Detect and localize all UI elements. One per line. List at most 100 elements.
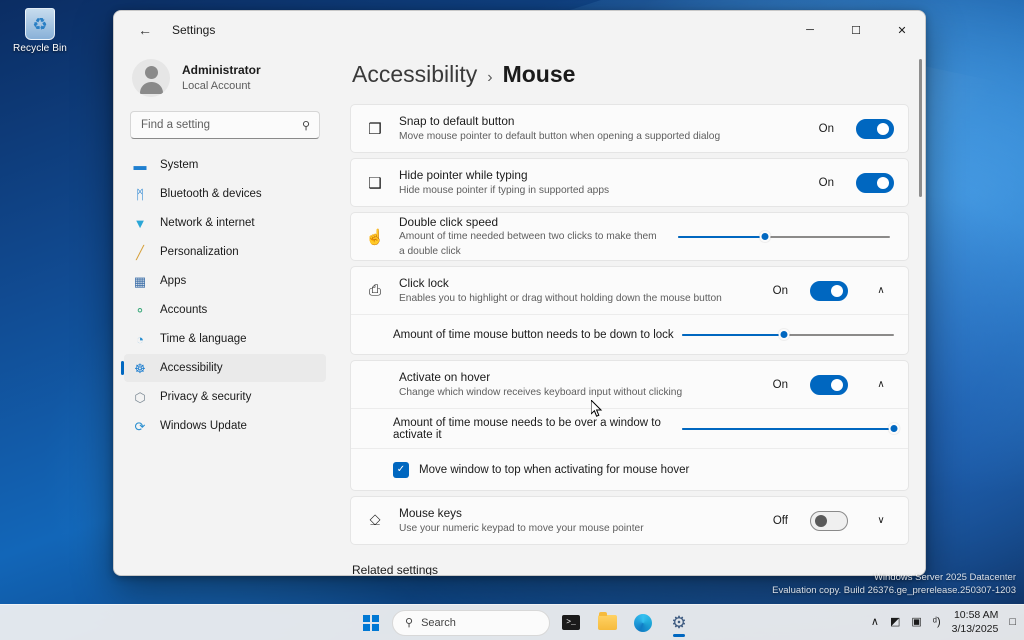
expand-chevron-icon[interactable]: ∧	[868, 285, 894, 296]
sidebar-item-label: System	[160, 159, 199, 171]
content-pane: Accessibility › Mouse ❒ Snap to default b…	[336, 49, 925, 575]
breadcrumb: Accessibility › Mouse	[350, 49, 909, 104]
avatar	[132, 59, 170, 97]
taskbar-search-box[interactable]: ⚲ Search	[392, 609, 550, 636]
search-icon: ⚲	[301, 119, 310, 132]
sidebar-icon-7: ☸	[134, 360, 146, 376]
setting-row-activate-on-hover[interactable]: Activate on hover Change which window rec…	[351, 361, 908, 408]
clock-time: 10:58 AM	[953, 609, 999, 622]
sidebar: Administrator Local Account ⚲ ▬ System ᛗ Bl…	[114, 49, 336, 575]
settings-list: ❒ Snap to default button Move mouse pointe…	[350, 104, 909, 545]
taskbar-app-file-explorer[interactable]	[592, 608, 622, 638]
sidebar-item-apps[interactable]: ▦ Apps	[124, 267, 326, 295]
slider-thumb[interactable]	[759, 230, 771, 242]
sidebar-item-personalization[interactable]: ╱ Personalization	[124, 238, 326, 266]
back-button[interactable]: ←	[130, 16, 160, 44]
sidebar-icon-6: ◔	[136, 331, 144, 347]
sidebar-item-windows-update[interactable]: ⟳ Windows Update	[124, 412, 326, 440]
setting-card-snap-to-default: ❒ Snap to default button Move mouse pointe…	[350, 104, 909, 153]
setting-subtitle: Use your numeric keypad to move your mou…	[399, 522, 644, 534]
search-input[interactable]	[141, 119, 293, 131]
expand-chevron-icon[interactable]: ∨	[868, 515, 894, 526]
toggle-click-lock[interactable]	[810, 280, 848, 301]
notification-center-icon[interactable]: □	[1009, 617, 1016, 628]
slider-thumb[interactable]	[888, 422, 900, 434]
toggle-hide-pointer-typing[interactable]	[856, 172, 894, 193]
sidebar-item-accounts[interactable]: ⚬ Accounts	[124, 296, 326, 324]
setting-row-hide-pointer-typing[interactable]: ❑ Hide pointer while typing Hide mouse poi…	[351, 159, 908, 206]
tray-display-icon[interactable]: ▣	[911, 617, 921, 628]
window-body: Administrator Local Account ⚲ ▬ System ᛗ Bl…	[114, 49, 925, 575]
taskbar-center-group: ⚲ Search >_ ⚙	[356, 608, 694, 638]
setting-row-click-lock[interactable]: ⎙ Click lock Enables you to highlight or d…	[351, 267, 908, 314]
setting-card-mouse-keys: ⎐ Mouse keys Use your numeric keypad to mo…	[350, 496, 909, 545]
windows-logo-icon	[363, 614, 379, 631]
taskbar-clock[interactable]: 10:58 AM 3/13/2025	[952, 609, 999, 635]
clock-date: 3/13/2025	[951, 622, 999, 635]
taskbar-app-edge[interactable]	[628, 608, 658, 638]
edge-icon	[634, 613, 652, 632]
breadcrumb-separator: ›	[487, 69, 493, 86]
settings-search-box[interactable]: ⚲	[130, 111, 320, 139]
start-button[interactable]	[356, 608, 386, 638]
setting-text-block: Double click speed Amount of time needed …	[399, 214, 664, 259]
setting-slider-double-click-speed[interactable]	[678, 227, 890, 247]
sidebar-item-privacy-security[interactable]: ⬡ Privacy & security	[124, 383, 326, 411]
tray-network-icon[interactable]: ◩	[890, 617, 900, 628]
taskbar-app-terminal[interactable]: >_	[556, 608, 586, 638]
tray-overflow-icon[interactable]: ∧	[871, 617, 879, 628]
setting-row-mouse-keys[interactable]: ⎐ Mouse keys Use your numeric keypad to mo…	[351, 497, 908, 544]
sidebar-item-bluetooth-devices[interactable]: ᛗ Bluetooth & devices	[124, 180, 326, 208]
account-block[interactable]: Administrator Local Account	[124, 49, 326, 111]
search-icon: ⚲	[405, 617, 414, 629]
toggle-snap-to-default[interactable]	[856, 118, 894, 139]
subrow-slider-activate-on-hover[interactable]	[682, 419, 900, 439]
close-button[interactable]: ✕	[879, 11, 925, 49]
toggle-knob	[831, 378, 843, 391]
sidebar-icon-8: ⬡	[134, 389, 146, 405]
setting-state-label: On	[818, 122, 834, 135]
toggle-knob	[877, 176, 889, 189]
file-explorer-icon	[597, 612, 617, 630]
content-scrollbar[interactable]	[919, 57, 922, 543]
setting-checkbox-row[interactable]: ✓ Move window to top when activating for …	[351, 448, 908, 490]
setting-row-snap-to-default[interactable]: ❒ Snap to default button Move mouse pointe…	[351, 105, 908, 152]
checkbox-move-window-to-top[interactable]: ✓	[393, 461, 409, 478]
subrow-slider-click-lock[interactable]	[682, 325, 894, 345]
breadcrumb-parent[interactable]: Accessibility	[352, 61, 477, 88]
sidebar-item-network-internet[interactable]: ▼ Network & internet	[124, 209, 326, 237]
toggle-mouse-keys[interactable]	[810, 510, 848, 531]
scrollbar-thumb[interactable]	[919, 59, 922, 197]
slider-thumb[interactable]	[778, 328, 790, 340]
settings-gear-icon: ⚙	[671, 613, 687, 632]
tray-volume-icon[interactable]: ᵈ)	[933, 617, 941, 628]
setting-subtitle: Hide mouse pointer if typing in supporte…	[399, 184, 610, 196]
desktop-icon-recycle-bin[interactable]: ♻ Recycle Bin	[4, 8, 76, 54]
minimize-button[interactable]: ─	[787, 11, 833, 49]
sidebar-item-system[interactable]: ▬ System	[124, 151, 326, 179]
sidebar-icon-1: ᛗ	[136, 186, 144, 202]
hand-click-icon: ☝	[365, 228, 385, 246]
toggle-activate-on-hover[interactable]	[810, 374, 848, 395]
typing-pointer-icon: ❑	[368, 174, 382, 192]
window-title: Settings	[172, 23, 216, 37]
slider-fill	[678, 235, 765, 238]
setting-text-block: Mouse keys Use your numeric keypad to mov…	[399, 505, 759, 536]
setting-text-block: Hide pointer while typing Hide mouse poin…	[399, 167, 805, 198]
system-tray: ∧ ◩ ▣ ᵈ) 10:58 AM 3/13/2025 □	[871, 609, 1016, 635]
sidebar-item-accessibility[interactable]: ☸ Accessibility	[121, 354, 326, 382]
setting-card-double-click-speed: ☝ Double click speed Amount of time needed…	[350, 212, 909, 261]
settings-window: ← Settings ─ ☐ ✕ Administrator Local Acc…	[113, 10, 926, 576]
sidebar-item-label: Network & internet	[160, 217, 255, 229]
setting-text-block: Click lock Enables you to highlight or dr…	[399, 275, 759, 306]
sidebar-icon-3: ╱	[136, 244, 144, 260]
setting-row-double-click-speed[interactable]: ☝ Double click speed Amount of time needed…	[351, 213, 908, 260]
sidebar-item-label: Personalization	[160, 246, 239, 258]
setting-title: Snap to default button	[399, 114, 515, 129]
maximize-button[interactable]: ☐	[833, 11, 879, 49]
setting-subtitle: Enables you to highlight or drag without…	[399, 292, 722, 304]
sidebar-item-time-language[interactable]: ◔ Time & language	[124, 325, 326, 353]
taskbar-app-settings[interactable]: ⚙	[664, 608, 694, 638]
setting-subrow-click-lock: Amount of time mouse button needs to be …	[351, 314, 908, 354]
expand-chevron-icon[interactable]: ∧	[868, 379, 894, 390]
